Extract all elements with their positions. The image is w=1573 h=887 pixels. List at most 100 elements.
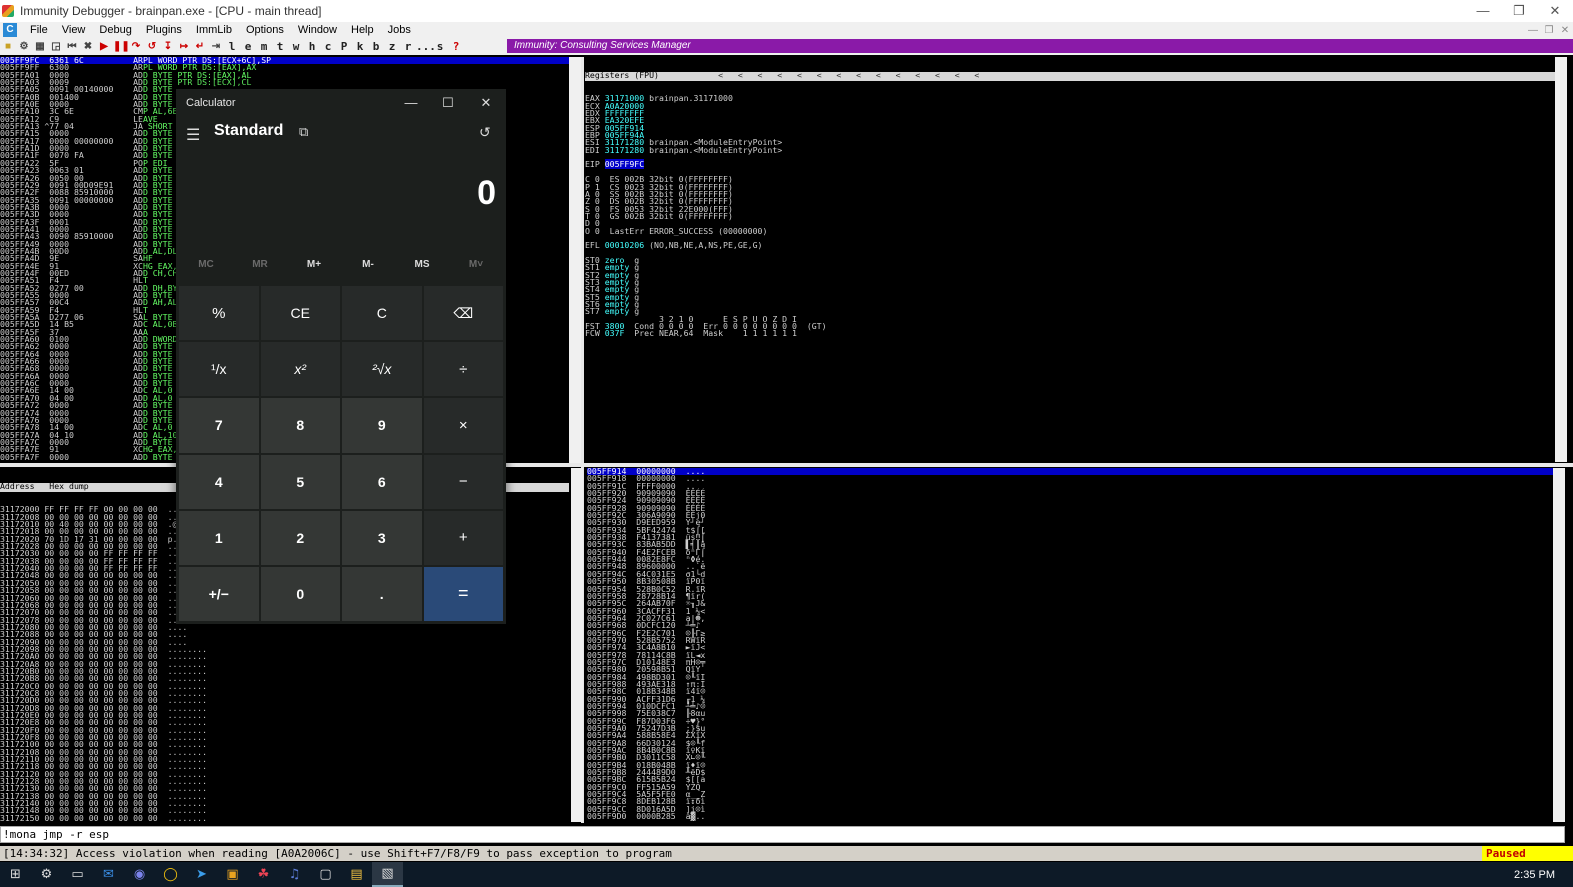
register-line[interactable]: EIP 005FF9FC <box>585 159 1555 170</box>
menu-window[interactable]: Window <box>291 24 344 36</box>
registers-pane[interactable]: Registers (FPU) < < < < < < < < < < < < … <box>585 57 1555 462</box>
decimal-button[interactable]: . <box>342 566 422 621</box>
toolbar-k-button[interactable]: k <box>352 40 368 53</box>
menu-debug[interactable]: Debug <box>92 24 138 36</box>
stack-row[interactable]: 005FF940 F4E2FCEB δⁿΓ⌠ <box>587 547 1553 556</box>
stack-row[interactable]: 005FF914 00000000 .... <box>587 468 1553 476</box>
stack-row[interactable]: 005FF930 D9EED959 Y┘e┘ <box>587 518 1553 527</box>
stack-row[interactable]: 005FF9C4 5A5F5FE0 α__Z <box>587 790 1553 799</box>
square-root-button[interactable]: ²√x <box>342 342 422 397</box>
toolbar-c-button[interactable]: c <box>320 40 336 53</box>
stack-row[interactable]: 005FF97C D10148E3 πH☺╤ <box>587 658 1553 667</box>
minimize-button[interactable]: — <box>1465 0 1501 22</box>
backspace-button[interactable]: ⌫ <box>423 286 503 341</box>
memory-recall-button[interactable]: MR <box>233 259 287 277</box>
menu-plugins[interactable]: Plugins <box>139 24 189 36</box>
stack-row[interactable]: 005FF9B0 D3011C58 X∟☺╙ <box>587 753 1553 762</box>
file-explorer-icon[interactable]: ▤ <box>341 862 372 887</box>
stack-row[interactable]: 005FF954 528B0C52 R.ïR <box>587 584 1553 593</box>
calculator-taskbar-icon[interactable]: ▧ <box>372 862 403 887</box>
digit-7-button[interactable]: 7 <box>179 398 259 453</box>
stack-row[interactable]: 005FF944 0082E8FC ⁿΦé. <box>587 555 1553 564</box>
mdi-close-icon[interactable]: ✕ <box>1557 25 1573 36</box>
attach-icon[interactable]: ⚙ <box>17 40 31 54</box>
stack-row[interactable]: 005FF978 78114C8B ïL◄x <box>587 650 1553 659</box>
vmware-icon[interactable]: ▣ <box>217 862 248 887</box>
stack-row[interactable]: 005FF970 528B5752 RWïR <box>587 636 1553 645</box>
register-line[interactable]: T 0 GS 002B 32bit 0(FFFFFFFF) <box>585 212 1555 221</box>
hamburger-menu-icon[interactable]: ☰ <box>186 125 200 145</box>
toolbar-t-button[interactable]: t <box>272 40 288 53</box>
menu-view[interactable]: View <box>55 24 93 36</box>
stack-row[interactable]: 005FF9CC 8D016A5D ]j☺ì <box>587 805 1553 814</box>
register-line[interactable]: EAX 31171000 brainpan.31171000 <box>585 94 1555 102</box>
rewind-icon[interactable]: ⏮ <box>65 40 79 54</box>
command-input[interactable]: !mona jmp -r esp <box>0 826 1565 843</box>
register-line[interactable] <box>585 250 1555 257</box>
cpu-window-icon[interactable]: C <box>3 23 17 37</box>
register-line[interactable]: ST6 empty g <box>585 300 1555 308</box>
toolbar-e-button[interactable]: e <box>240 40 256 53</box>
registers-scrollbar[interactable] <box>1555 57 1567 462</box>
stack-row[interactable]: 005FF9BC 615B5B24 $[[a <box>587 775 1553 784</box>
mdi-restore-icon[interactable]: ❐ <box>1541 25 1557 36</box>
window-app-icon[interactable]: ▢ <box>310 862 341 887</box>
memory-store-button[interactable]: MS <box>395 259 449 277</box>
menu-immlib[interactable]: ImmLib <box>189 24 239 36</box>
toolbar-help-button[interactable]: ? <box>448 40 464 53</box>
register-line[interactable]: EBX EA320EFE <box>585 116 1555 124</box>
digit-9-button[interactable]: 9 <box>342 398 422 453</box>
stack-pane[interactable]: 005FF914 00000000 .... 005FF918 00000000 … <box>587 468 1553 822</box>
toolbar-m-button[interactable]: m <box>256 40 272 53</box>
calc-maximize-button[interactable]: ☐ <box>433 93 463 113</box>
stack-row[interactable]: 005FF964 2C027C61 a|☻, <box>587 614 1553 623</box>
toolbar-l-button[interactable]: l <box>224 40 240 53</box>
close-button[interactable]: ✕ <box>1537 0 1573 22</box>
calc-minimize-button[interactable]: — <box>396 93 426 113</box>
history-icon[interactable]: ↺ <box>479 124 491 141</box>
digit-6-button[interactable]: 6 <box>342 454 422 509</box>
register-line[interactable] <box>585 154 1555 161</box>
teams-icon[interactable]: ◉ <box>124 862 155 887</box>
stack-row[interactable]: 005FF948 89600000 ..`ë <box>587 562 1553 571</box>
clear-button[interactable]: C <box>342 286 422 341</box>
stack-row[interactable]: 005FF94C 64C031E5 σ1└d <box>587 570 1553 579</box>
stack-row[interactable]: 005FF920 90909090 ÉÉÉÉ <box>587 489 1553 498</box>
stack-row[interactable]: 005FF9D0 0000B285 à▓.. <box>587 812 1553 821</box>
digit-0-button[interactable]: 0 <box>260 566 340 621</box>
terminal-icon[interactable]: ▭ <box>62 862 93 887</box>
percent-button[interactable]: % <box>179 286 259 341</box>
register-line[interactable]: EDX FFFFFFFF <box>585 109 1555 117</box>
menu-options[interactable]: Options <box>239 24 291 36</box>
equals-button[interactable]: = <box>423 566 503 621</box>
negate-button[interactable]: +/− <box>179 566 259 621</box>
menu-help[interactable]: Help <box>344 24 381 36</box>
memory-clear-button[interactable]: MC <box>179 259 233 277</box>
consulting-banner[interactable]: Immunity: Consulting Services Manager <box>507 39 1573 53</box>
paint-icon[interactable]: ☘ <box>248 862 279 887</box>
stack-row[interactable]: 005FF9A0 75247D3B ;}$u <box>587 724 1553 733</box>
register-line[interactable]: ST3 empty g <box>585 278 1555 286</box>
register-line[interactable]: ECX A0A20000 <box>585 102 1555 110</box>
stack-row[interactable]: 005FF924 90909090 ÉÉÉÉ <box>587 496 1553 505</box>
menu-file[interactable]: File <box>23 24 55 36</box>
toolbar-p-button[interactable]: P <box>336 40 352 53</box>
stack-row[interactable]: 005FF918 00000000 .... <box>587 474 1553 483</box>
register-line[interactable]: FCW 037F Prec NEAR,64 Mask 1 1 1 1 1 1 <box>585 329 1555 337</box>
trace-into-icon[interactable]: ↧ <box>161 40 175 54</box>
stack-row[interactable]: 005FF9C8 8DEB128B ï↕δì <box>587 797 1553 806</box>
toolbar-r-button[interactable]: r <box>400 40 416 53</box>
start-icon[interactable]: ⊞ <box>0 862 31 887</box>
stack-row[interactable]: 005FF91C FFFF0000 .. <box>587 481 1553 490</box>
run-icon[interactable]: ▶ <box>97 40 111 54</box>
digit-3-button[interactable]: 3 <box>342 510 422 565</box>
memory-icon[interactable]: ▦ <box>33 40 47 54</box>
stack-row[interactable]: 005FF9A4 588B58E4 ΣXïX <box>587 731 1553 740</box>
toolbar-dots-button[interactable]: ... <box>416 40 436 53</box>
register-line[interactable]: ST2 empty g <box>585 271 1555 279</box>
stack-row[interactable]: 005FF93C 83BAB5DD ▌╡║â <box>587 540 1553 549</box>
toolbar-h-button[interactable]: h <box>304 40 320 53</box>
stack-row[interactable]: 005FF988 493AE318 ↑π:I <box>587 680 1553 689</box>
pause-icon[interactable]: ❚❚ <box>113 40 130 54</box>
stack-row[interactable]: 005FF934 5BF42474 t$⌠[ <box>587 525 1553 534</box>
